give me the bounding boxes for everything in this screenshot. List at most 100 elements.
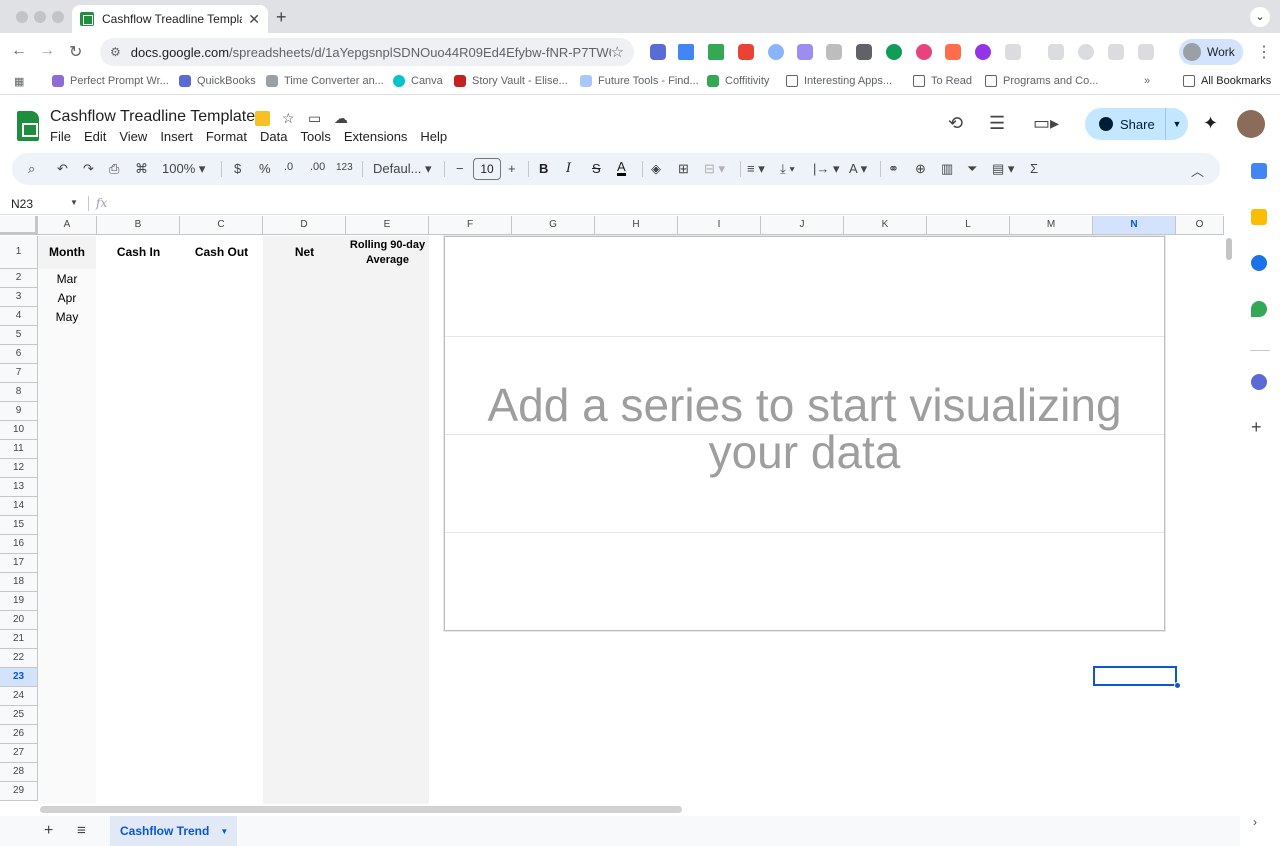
vertical-scrollbar[interactable] bbox=[1224, 216, 1234, 804]
spreadsheet-grid[interactable]: Month Cash In Cash Out Net Rolling 90-da… bbox=[0, 216, 1224, 804]
hide-side-panel-chevron-icon[interactable]: › bbox=[1253, 815, 1257, 829]
row-header[interactable]: 15 bbox=[0, 516, 38, 535]
row-header[interactable]: 8 bbox=[0, 383, 38, 402]
column-header[interactable]: B bbox=[97, 216, 180, 235]
site-info-icon[interactable]: ⚙ bbox=[110, 45, 121, 59]
bookmark-item[interactable]: Time Converter an... bbox=[266, 75, 384, 87]
maps-icon[interactable] bbox=[1251, 301, 1267, 317]
bookmark-folder[interactable]: Interesting Apps... bbox=[786, 75, 892, 87]
row-header[interactable]: 16 bbox=[0, 535, 38, 554]
menu-file[interactable]: File bbox=[50, 129, 71, 144]
bookmark-folder[interactable]: Programs and Co... bbox=[985, 75, 1098, 87]
menu-format[interactable]: Format bbox=[206, 129, 247, 144]
row-header[interactable]: 26 bbox=[0, 725, 38, 744]
share-dropdown-icon[interactable]: ▼ bbox=[1165, 108, 1188, 140]
paint-format-icon[interactable]: ⌘ bbox=[135, 161, 148, 177]
cell-month[interactable]: Apr bbox=[38, 291, 96, 305]
calendar-icon[interactable] bbox=[1251, 163, 1267, 179]
row-header[interactable]: 19 bbox=[0, 592, 38, 611]
insert-link-icon[interactable]: ⚭ bbox=[888, 161, 899, 177]
cell-month[interactable]: May bbox=[38, 310, 96, 324]
bookmark-item[interactable]: QuickBooks bbox=[179, 75, 256, 87]
keep-icon[interactable] bbox=[1251, 209, 1267, 225]
merge-cells-icon[interactable]: ⊟ ▾ bbox=[704, 161, 725, 177]
gemini-sparkle-icon[interactable]: ✦ bbox=[1203, 113, 1218, 134]
filter-views-icon[interactable]: ▤ ▾ bbox=[992, 161, 1014, 177]
menu-data[interactable]: Data bbox=[260, 129, 287, 144]
column-header[interactable]: D bbox=[263, 216, 346, 235]
row-header[interactable]: 25 bbox=[0, 706, 38, 725]
vpn-extension-icon[interactable] bbox=[678, 44, 694, 60]
increase-font-size-icon[interactable]: + bbox=[508, 161, 516, 176]
bookmark-item[interactable]: Future Tools - Find... bbox=[580, 75, 699, 87]
bookmarks-overflow[interactable]: » bbox=[1144, 75, 1150, 87]
meet-video-icon[interactable]: ▭▸ bbox=[1033, 113, 1059, 134]
heart-extension-icon[interactable] bbox=[975, 44, 991, 60]
move-folder-icon[interactable]: ▭ bbox=[308, 110, 321, 127]
menu-tools[interactable]: Tools bbox=[300, 129, 330, 144]
row-header[interactable]: 28 bbox=[0, 763, 38, 782]
fill-handle[interactable] bbox=[1174, 682, 1181, 689]
get-addons-plus-icon[interactable]: + bbox=[1251, 417, 1262, 438]
row-header[interactable]: 17 bbox=[0, 554, 38, 573]
font-size-input[interactable]: 10 bbox=[473, 158, 501, 180]
bookmark-item[interactable]: Coffitivity bbox=[707, 75, 769, 87]
select-all-corner[interactable] bbox=[0, 216, 38, 235]
zoom-extension-icon[interactable] bbox=[650, 44, 666, 60]
search-extension-icon[interactable] bbox=[768, 44, 784, 60]
currency-format-button[interactable]: $ bbox=[234, 161, 241, 176]
text-rotation-icon[interactable]: A ▾ bbox=[849, 161, 867, 177]
add-sheet-button[interactable]: + bbox=[44, 822, 53, 840]
cloud-saved-icon[interactable]: ☁ bbox=[334, 110, 348, 127]
column-header[interactable]: L bbox=[927, 216, 1010, 235]
column-header[interactable]: N bbox=[1093, 216, 1176, 235]
column-header[interactable]: E bbox=[346, 216, 429, 235]
row-header[interactable]: 11 bbox=[0, 440, 38, 459]
row-header[interactable]: 20 bbox=[0, 611, 38, 630]
profile-chip[interactable]: Work bbox=[1179, 39, 1243, 65]
print-icon[interactable]: ⎙ bbox=[109, 161, 119, 177]
functions-button[interactable]: Σ bbox=[1030, 161, 1038, 176]
back-arrow-icon[interactable]: ← bbox=[11, 42, 27, 60]
history-icon[interactable] bbox=[1078, 44, 1094, 60]
bookmark-star-icon[interactable]: ☆ bbox=[611, 43, 624, 61]
row-header[interactable]: 6 bbox=[0, 345, 38, 364]
row-header[interactable]: 23 bbox=[0, 668, 38, 687]
column-header[interactable]: M bbox=[1010, 216, 1093, 235]
bold-button[interactable]: B bbox=[539, 161, 548, 176]
incognito-icon[interactable] bbox=[1048, 44, 1064, 60]
row-header[interactable]: 12 bbox=[0, 459, 38, 478]
window-minimize-dot[interactable] bbox=[34, 11, 46, 23]
row-header[interactable]: 24 bbox=[0, 687, 38, 706]
row-header[interactable]: 9 bbox=[0, 402, 38, 421]
tab-close-icon[interactable]: ✕ bbox=[248, 11, 260, 28]
row-header[interactable]: 5 bbox=[0, 326, 38, 345]
decrease-font-size-icon[interactable]: − bbox=[456, 161, 464, 176]
column-header[interactable]: K bbox=[844, 216, 927, 235]
address-bar[interactable]: ⚙ docs.google.com/spreadsheets/d/1aYepgs… bbox=[100, 38, 634, 66]
horizontal-scrollbar-thumb[interactable] bbox=[40, 806, 682, 813]
percent-format-button[interactable]: % bbox=[259, 161, 271, 176]
row-header[interactable]: 13 bbox=[0, 478, 38, 497]
row-header[interactable]: 1 bbox=[0, 236, 38, 269]
zoom-select[interactable]: 100% ▾ bbox=[162, 161, 205, 177]
code-extension-icon[interactable] bbox=[826, 44, 842, 60]
name-box-dropdown-icon[interactable]: ▼ bbox=[70, 198, 78, 207]
decrease-decimals-button[interactable]: .0 bbox=[284, 161, 293, 173]
column-header[interactable]: C bbox=[180, 216, 263, 235]
row-header[interactable]: 2 bbox=[0, 269, 38, 288]
star-icon[interactable]: ☆ bbox=[282, 110, 295, 127]
vertical-align-icon[interactable]: ⤓ ▾ bbox=[780, 161, 795, 177]
insert-chart-icon[interactable]: ▥ bbox=[941, 161, 953, 177]
borders-icon[interactable]: ⊞ bbox=[678, 161, 689, 177]
italic-button[interactable]: I bbox=[566, 161, 571, 176]
sheet-tab-dropdown-icon[interactable]: ▼ bbox=[220, 827, 228, 836]
menu-insert[interactable]: Insert bbox=[160, 129, 193, 144]
pink-extension-icon[interactable] bbox=[916, 44, 932, 60]
strikethrough-button[interactable]: S bbox=[592, 161, 601, 176]
row-header[interactable]: 18 bbox=[0, 573, 38, 592]
row-header[interactable]: 3 bbox=[0, 288, 38, 307]
sheets-logo[interactable] bbox=[17, 111, 39, 141]
vertical-scrollbar-thumb[interactable] bbox=[1226, 238, 1232, 260]
version-history-icon[interactable]: ⟲ bbox=[948, 113, 963, 134]
